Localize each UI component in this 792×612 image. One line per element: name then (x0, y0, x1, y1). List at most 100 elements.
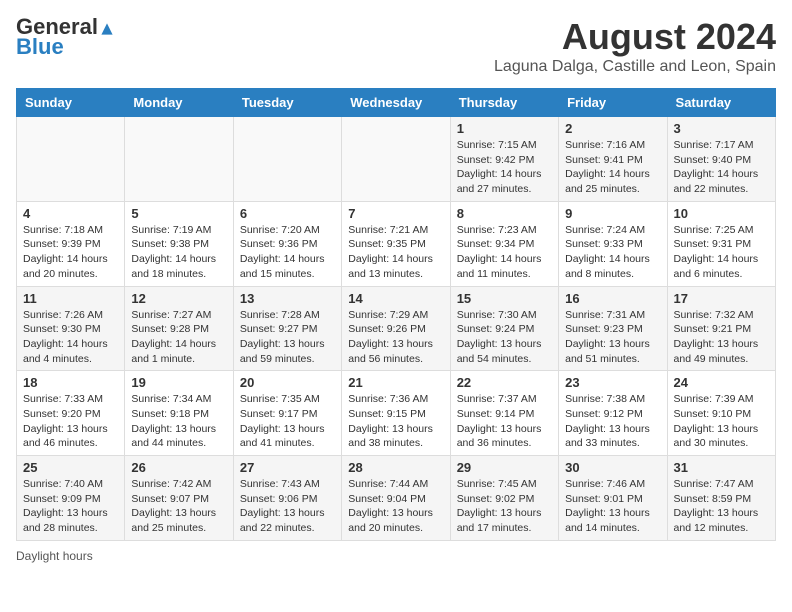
day-number: 7 (348, 206, 443, 221)
day-info: Sunrise: 7:40 AM Sunset: 9:09 PM Dayligh… (23, 477, 118, 536)
day-info: Sunrise: 7:27 AM Sunset: 9:28 PM Dayligh… (131, 308, 226, 367)
calendar-day-cell: 17 Sunrise: 7:32 AM Sunset: 9:21 PM Dayli… (667, 286, 775, 371)
day-info: Sunrise: 7:25 AM Sunset: 9:31 PM Dayligh… (674, 223, 769, 282)
calendar-day-cell: 5Sunrise: 7:19 AM Sunset: 9:38 PM Daylig… (125, 201, 233, 286)
calendar-day-cell: 15 Sunrise: 7:30 AM Sunset: 9:24 PM Dayli… (450, 286, 558, 371)
day-number: 14 (348, 291, 443, 306)
day-info: Sunrise: 7:31 AM Sunset: 9:23 PM Dayligh… (565, 308, 660, 367)
calendar-day-cell: 1 Sunrise: 7:15 AM Sunset: 9:42 PM Daylig… (450, 117, 558, 202)
day-number: 28 (348, 460, 443, 475)
day-number: 23 (565, 375, 660, 390)
calendar-day-cell (233, 117, 341, 202)
calendar-day-cell (342, 117, 450, 202)
day-info: Sunrise: 7:44 AM Sunset: 9:04 PM Dayligh… (348, 477, 443, 536)
day-number: 18 (23, 375, 118, 390)
day-info: Sunrise: 7:15 AM Sunset: 9:42 PM Dayligh… (457, 138, 552, 197)
legend-area: Daylight hours (16, 549, 776, 563)
day-number: 4 (23, 206, 118, 221)
calendar-day-cell: 27 Sunrise: 7:43 AM Sunset: 9:06 PM Dayli… (233, 456, 341, 541)
calendar-header-row: SundayMondayTuesdayWednesdayThursdayFrid… (17, 89, 776, 117)
day-info: Sunrise: 7:26 AM Sunset: 9:30 PM Dayligh… (23, 308, 118, 367)
calendar-day-header: Wednesday (342, 89, 450, 117)
location-subtitle: Laguna Dalga, Castille and Leon, Spain (494, 58, 776, 76)
day-number: 22 (457, 375, 552, 390)
day-number: 26 (131, 460, 226, 475)
day-number: 5 (131, 206, 226, 221)
calendar-day-cell: 20 Sunrise: 7:35 AM Sunset: 9:17 PM Dayli… (233, 371, 341, 456)
calendar-table: SundayMondayTuesdayWednesdayThursdayFrid… (16, 88, 776, 541)
calendar-day-cell (125, 117, 233, 202)
calendar-day-header: Thursday (450, 89, 558, 117)
calendar-day-cell: 18 Sunrise: 7:33 AM Sunset: 9:20 PM Dayli… (17, 371, 125, 456)
calendar-day-cell: 3 Sunrise: 7:17 AM Sunset: 9:40 PM Daylig… (667, 117, 775, 202)
calendar-day-cell: 25 Sunrise: 7:40 AM Sunset: 9:09 PM Dayli… (17, 456, 125, 541)
day-number: 24 (674, 375, 769, 390)
day-info: Sunrise: 7:35 AM Sunset: 9:17 PM Dayligh… (240, 392, 335, 451)
day-info: Sunrise: 7:38 AM Sunset: 9:12 PM Dayligh… (565, 392, 660, 451)
calendar-day-header: Monday (125, 89, 233, 117)
day-info: Sunrise: 7:39 AM Sunset: 9:10 PM Dayligh… (674, 392, 769, 451)
calendar-week-row: 4 Sunrise: 7:18 AM Sunset: 9:39 PM Daylig… (17, 201, 776, 286)
day-info: Sunrise: 7:37 AM Sunset: 9:14 PM Dayligh… (457, 392, 552, 451)
title-area: August 2024 Laguna Dalga, Castille and L… (494, 16, 776, 76)
day-number: 15 (457, 291, 552, 306)
day-info: Sunrise: 7:30 AM Sunset: 9:24 PM Dayligh… (457, 308, 552, 367)
day-info: Sunrise: 7:32 AM Sunset: 9:21 PM Dayligh… (674, 308, 769, 367)
day-number: 6 (240, 206, 335, 221)
day-number: 21 (348, 375, 443, 390)
day-number: 20 (240, 375, 335, 390)
calendar-day-header: Sunday (17, 89, 125, 117)
calendar-day-cell: 24 Sunrise: 7:39 AM Sunset: 9:10 PM Dayli… (667, 371, 775, 456)
calendar-day-cell: 7Sunrise: 7:21 AM Sunset: 9:35 PM Daylig… (342, 201, 450, 286)
calendar-day-cell: 30Sunrise: 7:46 AM Sunset: 9:01 PM Dayli… (559, 456, 667, 541)
logo: General Blue (16, 16, 114, 60)
logo-icon (100, 22, 114, 36)
calendar-day-cell: 28 Sunrise: 7:44 AM Sunset: 9:04 PM Dayli… (342, 456, 450, 541)
calendar-week-row: 11 Sunrise: 7:26 AM Sunset: 9:30 PM Dayli… (17, 286, 776, 371)
calendar-day-cell: 26Sunrise: 7:42 AM Sunset: 9:07 PM Dayli… (125, 456, 233, 541)
day-number: 8 (457, 206, 552, 221)
calendar-day-cell: 14Sunrise: 7:29 AM Sunset: 9:26 PM Dayli… (342, 286, 450, 371)
day-number: 13 (240, 291, 335, 306)
day-number: 19 (131, 375, 226, 390)
calendar-week-row: 1 Sunrise: 7:15 AM Sunset: 9:42 PM Daylig… (17, 117, 776, 202)
logo-blue-text: Blue (16, 34, 64, 60)
calendar-day-cell (17, 117, 125, 202)
day-info: Sunrise: 7:43 AM Sunset: 9:06 PM Dayligh… (240, 477, 335, 536)
day-number: 25 (23, 460, 118, 475)
day-info: Sunrise: 7:17 AM Sunset: 9:40 PM Dayligh… (674, 138, 769, 197)
day-info: Sunrise: 7:33 AM Sunset: 9:20 PM Dayligh… (23, 392, 118, 451)
calendar-day-cell: 16Sunrise: 7:31 AM Sunset: 9:23 PM Dayli… (559, 286, 667, 371)
calendar-day-cell: 21 Sunrise: 7:36 AM Sunset: 9:15 PM Dayli… (342, 371, 450, 456)
day-info: Sunrise: 7:36 AM Sunset: 9:15 PM Dayligh… (348, 392, 443, 451)
day-info: Sunrise: 7:23 AM Sunset: 9:34 PM Dayligh… (457, 223, 552, 282)
day-number: 10 (674, 206, 769, 221)
day-number: 1 (457, 121, 552, 136)
calendar-day-cell: 10 Sunrise: 7:25 AM Sunset: 9:31 PM Dayli… (667, 201, 775, 286)
day-info: Sunrise: 7:46 AM Sunset: 9:01 PM Dayligh… (565, 477, 660, 536)
calendar-day-cell: 11 Sunrise: 7:26 AM Sunset: 9:30 PM Dayli… (17, 286, 125, 371)
day-number: 27 (240, 460, 335, 475)
calendar-week-row: 25 Sunrise: 7:40 AM Sunset: 9:09 PM Dayli… (17, 456, 776, 541)
day-number: 11 (23, 291, 118, 306)
day-number: 17 (674, 291, 769, 306)
day-info: Sunrise: 7:45 AM Sunset: 9:02 PM Dayligh… (457, 477, 552, 536)
day-number: 12 (131, 291, 226, 306)
calendar-day-header: Saturday (667, 89, 775, 117)
calendar-day-cell: 23 Sunrise: 7:38 AM Sunset: 9:12 PM Dayli… (559, 371, 667, 456)
calendar-day-cell: 22 Sunrise: 7:37 AM Sunset: 9:14 PM Dayli… (450, 371, 558, 456)
calendar-day-header: Friday (559, 89, 667, 117)
calendar-day-cell: 12 Sunrise: 7:27 AM Sunset: 9:28 PM Dayli… (125, 286, 233, 371)
calendar-day-cell: 13Sunrise: 7:28 AM Sunset: 9:27 PM Dayli… (233, 286, 341, 371)
month-year-title: August 2024 (494, 16, 776, 58)
day-number: 3 (674, 121, 769, 136)
calendar-day-cell: 19 Sunrise: 7:34 AM Sunset: 9:18 PM Dayli… (125, 371, 233, 456)
day-number: 9 (565, 206, 660, 221)
calendar-day-cell: 9Sunrise: 7:24 AM Sunset: 9:33 PM Daylig… (559, 201, 667, 286)
day-info: Sunrise: 7:18 AM Sunset: 9:39 PM Dayligh… (23, 223, 118, 282)
day-info: Sunrise: 7:34 AM Sunset: 9:18 PM Dayligh… (131, 392, 226, 451)
calendar-day-cell: 8 Sunrise: 7:23 AM Sunset: 9:34 PM Daylig… (450, 201, 558, 286)
calendar-week-row: 18 Sunrise: 7:33 AM Sunset: 9:20 PM Dayli… (17, 371, 776, 456)
calendar-day-cell: 31Sunrise: 7:47 AM Sunset: 8:59 PM Dayli… (667, 456, 775, 541)
day-number: 29 (457, 460, 552, 475)
